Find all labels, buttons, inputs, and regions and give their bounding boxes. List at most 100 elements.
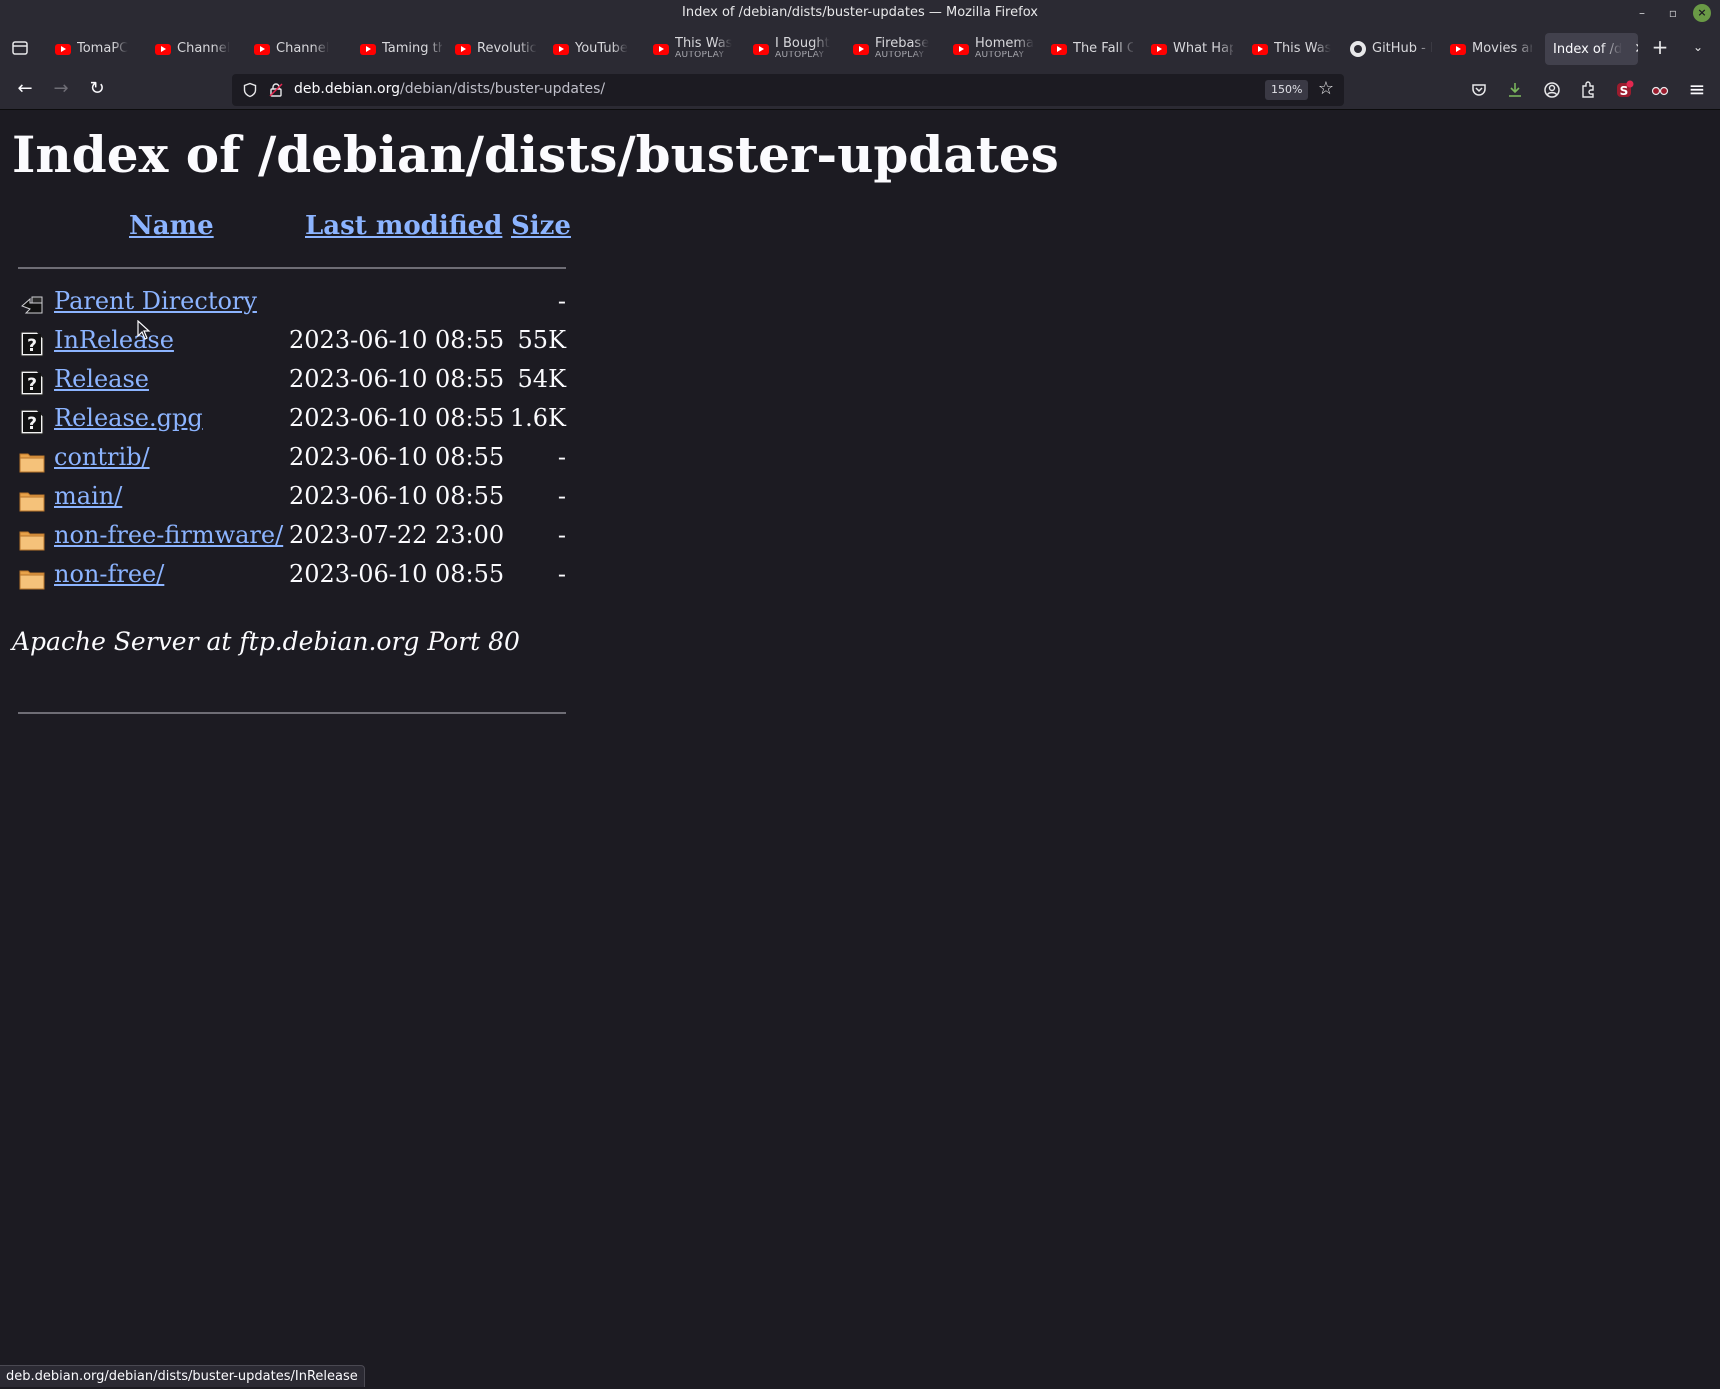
table-row: non-free-firmware/2023-07-22 23:00 - [18, 521, 578, 557]
tab-11[interactable]: What Hap [1151, 33, 1233, 65]
size-cell: - [557, 482, 566, 510]
tab-14[interactable]: Movies ar [1450, 33, 1532, 65]
extensions-icon[interactable] [1578, 80, 1598, 100]
list-all-tabs-button[interactable]: ⌄ [1690, 40, 1706, 56]
youtube-icon [753, 43, 769, 55]
tab-label: This Was [1274, 41, 1332, 57]
column-header-size[interactable]: Size [511, 211, 571, 241]
tab-6[interactable]: This Was AUTOPLAY [653, 33, 735, 65]
app-menu-button[interactable]: ≡ [1686, 79, 1708, 101]
file-link[interactable]: non-free/ [54, 560, 164, 588]
forward-button[interactable]: → [50, 79, 72, 101]
last-modified-cell: 2023-06-10 08:55 [289, 482, 505, 510]
youtube-icon [254, 43, 270, 55]
tab-10[interactable]: The Fall C [1051, 33, 1133, 65]
server-signature: Apache Server at ftp.debian.org Port 80 [12, 627, 520, 656]
window-title: Index of /debian/dists/buster-updates — … [682, 5, 1038, 20]
navigation-toolbar: ← → ↻ deb.debian.org/debian/dists/buster… [0, 70, 1720, 110]
extension-badge-icon[interactable]: S [1614, 80, 1634, 100]
file-link[interactable]: Parent Directory [54, 287, 257, 315]
firefox-view-icon[interactable] [10, 38, 30, 58]
svg-text:S: S [1620, 84, 1629, 98]
unknown-file-icon: ? [18, 408, 46, 436]
bookmark-star-icon[interactable]: ☆ [1316, 80, 1336, 100]
minimize-button[interactable]: – [1633, 4, 1651, 22]
tab-5[interactable]: YouTube [553, 33, 635, 65]
tab-9[interactable]: Homema AUTOPLAY [953, 33, 1035, 65]
tab-labels: Channel [177, 42, 230, 56]
size-cell: - [557, 287, 566, 315]
account-icon[interactable] [1542, 80, 1562, 100]
lock-icon[interactable] [268, 82, 284, 98]
table-row: main/2023-06-10 08:55 - [18, 482, 578, 518]
tab-8[interactable]: Firebase AUTOPLAY [853, 33, 935, 65]
tab-label: Firebase [875, 36, 930, 52]
reload-button[interactable]: ↻ [86, 79, 108, 101]
youtube-icon [1450, 43, 1466, 55]
last-modified-cell: 2023-06-10 08:55 [289, 443, 505, 471]
back-button[interactable]: ← [14, 79, 36, 101]
file-link[interactable]: Release.gpg [54, 404, 203, 432]
youtube-icon [360, 43, 376, 55]
zoom-indicator[interactable]: 150% [1265, 80, 1309, 100]
tab-labels: GitHub - I [1372, 42, 1432, 56]
tab-labels: I Bought AUTOPLAY [775, 37, 830, 60]
svg-text:?: ? [27, 375, 37, 395]
size-cell: 54K [517, 365, 566, 393]
size-cell: - [557, 443, 566, 471]
restore-button[interactable]: ▫ [1664, 4, 1682, 22]
pocket-icon[interactable] [1469, 80, 1489, 100]
tab-autoplay-label: AUTOPLAY [675, 50, 725, 61]
tab-labels: Movies ar [1472, 42, 1532, 56]
table-row: ? Release.gpg 2023-06-10 08:55 1.6K [18, 404, 578, 440]
last-modified-cell: 2023-06-10 08:55 [289, 560, 505, 588]
folder-icon [18, 486, 46, 514]
table-row: Parent Directory - [18, 287, 578, 323]
downloads-icon[interactable] [1505, 80, 1525, 100]
glasses-extension-icon[interactable] [1650, 80, 1670, 100]
tab-13[interactable]: GitHub - I [1350, 33, 1432, 65]
tab-labels: Taming th [382, 42, 442, 56]
url-text[interactable]: deb.debian.org/debian/dists/buster-updat… [294, 81, 605, 97]
file-link[interactable]: non-free-firmware/ [54, 521, 283, 549]
tab-label: GitHub - I [1372, 41, 1432, 57]
last-modified-cell: 2023-06-10 08:55 [289, 365, 505, 393]
file-link[interactable]: main/ [54, 482, 122, 510]
close-tab-icon[interactable]: ✕ [1634, 41, 1638, 57]
tab-3[interactable]: Taming th [360, 33, 442, 65]
column-header-name[interactable]: Name [129, 211, 214, 241]
new-tab-button[interactable]: + [1650, 37, 1670, 58]
tab-label: This Was [675, 36, 733, 52]
tab-labels: TomaPC [77, 42, 128, 56]
tracking-protection-icon[interactable] [242, 82, 258, 98]
file-link[interactable]: contrib/ [54, 443, 150, 471]
youtube-icon [155, 43, 171, 55]
unknown-file-icon: ? [18, 369, 46, 397]
youtube-icon [553, 43, 569, 55]
tab-2[interactable]: Channel [254, 33, 336, 65]
tab-labels: This Was AUTOPLAY [675, 37, 732, 60]
tab-strip: TomaPC Channel Channel Taming th Revolutic Yo… [0, 26, 1720, 70]
tab-labels: Firebase AUTOPLAY [875, 37, 929, 60]
tab-1[interactable]: Channel [155, 33, 237, 65]
tab-4[interactable]: Revolutic [455, 33, 537, 65]
tab-12[interactable]: This Was [1252, 33, 1334, 65]
size-cell: - [557, 560, 566, 588]
file-link[interactable]: InRelease [54, 326, 174, 354]
url-path: /debian/dists/buster-updates/ [399, 81, 606, 97]
github-icon [1350, 41, 1366, 57]
footer-divider [18, 712, 566, 714]
folder-icon [18, 564, 46, 592]
mouse-cursor-icon [137, 320, 151, 340]
tab-active[interactable]: Index of /d ✕ [1545, 33, 1638, 65]
close-window-button[interactable]: × [1693, 4, 1711, 22]
url-bar[interactable]: deb.debian.org/debian/dists/buster-updat… [232, 74, 1344, 106]
tab-0[interactable]: TomaPC [55, 33, 137, 65]
file-link[interactable]: Release [54, 365, 149, 393]
column-header-last-modified[interactable]: Last modified [305, 211, 502, 241]
page-heading: Index of /debian/dists/buster-updates [12, 125, 1059, 184]
tab-7[interactable]: I Bought AUTOPLAY [753, 33, 835, 65]
url-host: deb.debian.org [294, 81, 400, 97]
tab-label: Homema [975, 36, 1035, 52]
status-bar: deb.debian.org/debian/dists/buster-updat… [0, 1365, 365, 1387]
